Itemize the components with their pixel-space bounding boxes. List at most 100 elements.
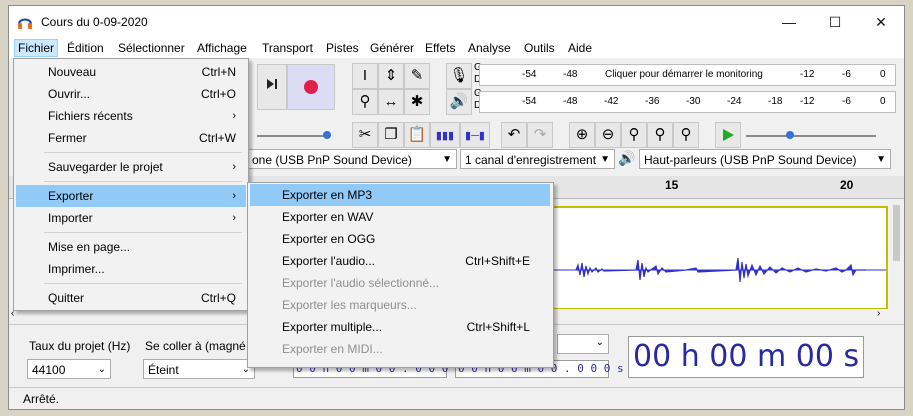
menu-item-label: Exporter l'audio sélectionné... <box>282 276 440 290</box>
volume-slider[interactable] <box>257 128 337 144</box>
submenu-item-export-wav[interactable]: Exporter en WAV <box>250 206 550 228</box>
microphone-icon: 🎙 <box>449 67 469 84</box>
record-button[interactable] <box>287 64 335 110</box>
menu-item-import[interactable]: Importer › <box>16 207 246 229</box>
scissors-icon: ✂ <box>358 126 372 143</box>
project-rate-select[interactable]: 44100 ⌄ <box>27 359 111 379</box>
channels-select[interactable]: 1 canal d'enregistrement ▼ <box>460 149 615 169</box>
menu-item-quit[interactable]: Quitter Ctrl+Q <box>16 287 246 309</box>
ruler-tick: 20 <box>840 178 854 192</box>
meter-tick: -12 <box>800 96 815 107</box>
meter-tick: -54 <box>522 96 537 107</box>
pencil-icon: ✎ <box>410 67 424 84</box>
menu-item-print[interactable]: Imprimer... <box>16 258 246 280</box>
record-icon <box>304 80 318 95</box>
menu-effets[interactable]: Effets <box>422 40 458 56</box>
submenu-item-export-audio[interactable]: Exporter l'audio... Ctrl+Shift+E <box>250 250 550 272</box>
output-device-select[interactable]: Haut-parleurs (USB PnP Sound Device) ▼ <box>639 149 891 169</box>
envelope-tool-button[interactable]: ⇕ <box>378 63 404 89</box>
menu-pistes[interactable]: Pistes <box>323 40 362 56</box>
play-speed-slider[interactable] <box>746 128 886 144</box>
selection-mode-select[interactable]: ⌄ <box>557 334 609 354</box>
fit-selection-button[interactable]: ⚲ <box>621 122 647 148</box>
zoom-in-icon: ⊕ <box>575 126 589 143</box>
skip-end-button[interactable] <box>257 64 287 110</box>
menu-item-save-project[interactable]: Sauvegarder le projet › <box>16 156 246 178</box>
redo-button[interactable]: ↷ <box>527 122 553 148</box>
undo-icon: ↶ <box>507 126 521 143</box>
menu-edition[interactable]: Édition <box>64 40 107 56</box>
menu-fichier[interactable]: Fichier <box>14 39 59 57</box>
close-button[interactable]: ✕ <box>858 6 904 38</box>
input-device-value: one (USB PnP Sound Device) <box>252 153 412 167</box>
draw-tool-button[interactable]: ✎ <box>404 63 430 89</box>
submenu-item-export-selected-audio[interactable]: Exporter l'audio sélectionné... <box>250 272 550 294</box>
audio-position-display[interactable]: 00 h 00 m 00 s <box>628 336 864 378</box>
menu-item-new[interactable]: Nouveau Ctrl+N <box>16 61 246 83</box>
zoom-toggle-button[interactable]: ⚲ <box>673 122 699 148</box>
file-menu-dropdown: Nouveau Ctrl+N Ouvrir... Ctrl+O Fichiers r… <box>13 58 249 311</box>
menu-affichage[interactable]: Affichage <box>194 40 250 56</box>
menu-item-label: Exporter en MIDI... <box>282 342 383 356</box>
record-meter[interactable]: -54 -48 Cliquer pour démarrer le monitor… <box>479 64 896 86</box>
play-at-speed-button[interactable] <box>715 122 741 148</box>
magnifier-icon: ⚲ <box>359 93 371 110</box>
menu-item-label: Exporter les marqueurs... <box>282 298 417 312</box>
cut-button[interactable]: ✂ <box>352 122 378 148</box>
play-meter[interactable]: -54 -48 -42 -36 -30 -24 -18 -12 -6 0 <box>479 91 896 113</box>
menu-item-recent-files[interactable]: Fichiers récents › <box>16 105 246 127</box>
zoom-in-button[interactable]: ⊕ <box>569 122 595 148</box>
menu-generer[interactable]: Générer <box>367 40 417 56</box>
vertical-scroll-thumb[interactable] <box>893 205 900 261</box>
menu-item-close[interactable]: Fermer Ctrl+W <box>16 127 246 149</box>
record-meter-button[interactable]: 🎙 <box>446 63 472 89</box>
menu-transport[interactable]: Transport <box>259 40 316 56</box>
submenu-item-export-midi[interactable]: Exporter en MIDI... <box>250 338 550 360</box>
zoom-tool-button[interactable]: ⚲ <box>352 89 378 115</box>
submenu-item-export-ogg[interactable]: Exporter en OGG <box>250 228 550 250</box>
input-device-select[interactable]: one (USB PnP Sound Device) ▼ <box>247 149 457 169</box>
timeshift-tool-button[interactable]: ↔ <box>378 89 404 115</box>
menu-outils[interactable]: Outils <box>521 40 558 56</box>
meter-tick: -48 <box>563 96 578 107</box>
menu-item-page-setup[interactable]: Mise en page... <box>16 236 246 258</box>
play-meter-button[interactable]: 🔊 <box>446 89 472 115</box>
paste-button[interactable]: 📋 <box>404 122 430 148</box>
minimize-button[interactable]: — <box>766 6 812 38</box>
menu-separator <box>44 232 242 233</box>
selection-tool-button[interactable]: I <box>352 63 378 89</box>
vertical-scrollbar[interactable] <box>889 199 904 316</box>
menu-analyse[interactable]: Analyse <box>465 40 514 56</box>
menu-item-label: Exporter en WAV <box>282 210 374 224</box>
multi-tool-button[interactable]: ✱ <box>404 89 430 115</box>
volume-slider-thumb[interactable] <box>323 131 331 139</box>
menu-item-open[interactable]: Ouvrir... Ctrl+O <box>16 83 246 105</box>
menu-item-label: Sauvegarder le projet <box>48 160 163 174</box>
undo-button[interactable]: ↶ <box>501 122 527 148</box>
menu-aide[interactable]: Aide <box>565 40 595 56</box>
menu-item-label: Exporter multiple... <box>282 320 383 334</box>
fit-project-button[interactable]: ⚲ <box>647 122 673 148</box>
speaker-icon: 🔊 <box>449 93 469 110</box>
snap-to-select[interactable]: Éteint ⌄ <box>143 359 255 379</box>
play-speed-slider-thumb[interactable] <box>786 131 794 139</box>
play-icon <box>723 129 734 142</box>
zoom-toggle-icon: ⚲ <box>680 126 692 143</box>
trim-button[interactable]: ▮▮▮ <box>430 122 460 148</box>
menu-item-label: Mise en page... <box>48 240 131 254</box>
zoom-out-icon: ⊖ <box>601 126 615 143</box>
copy-button[interactable]: ❐ <box>378 122 404 148</box>
submenu-item-export-mp3[interactable]: Exporter en MP3 <box>250 184 550 206</box>
submenu-arrow-icon: › <box>232 161 236 173</box>
project-rate-value: 44100 <box>32 363 66 377</box>
snap-to-value: Éteint <box>148 363 179 377</box>
submenu-item-export-multiple[interactable]: Exporter multiple... Ctrl+Shift+L <box>250 316 550 338</box>
menu-item-label: Quitter <box>48 291 85 305</box>
submenu-item-export-labels[interactable]: Exporter les marqueurs... <box>250 294 550 316</box>
silence-button[interactable]: ▮─▮ <box>460 122 490 148</box>
multi-tool-icon: ✱ <box>410 93 424 110</box>
menu-selectionner[interactable]: Sélectionner <box>115 40 188 56</box>
menu-item-export[interactable]: Exporter › <box>16 185 246 207</box>
maximize-button[interactable]: ☐ <box>812 6 858 38</box>
zoom-out-button[interactable]: ⊖ <box>595 122 621 148</box>
